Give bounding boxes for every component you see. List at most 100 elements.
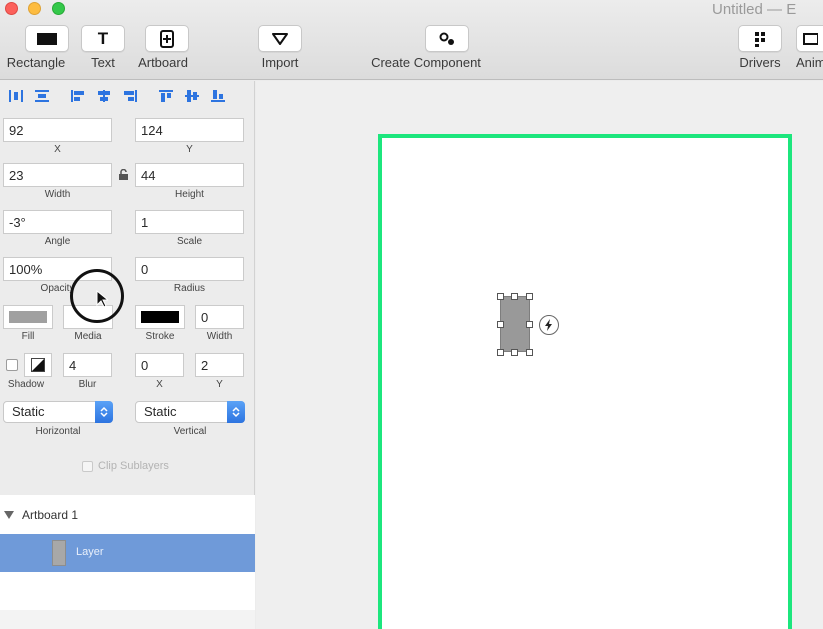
- create-component-label: Create Component: [371, 55, 481, 70]
- shadow-y-field[interactable]: 2: [195, 353, 244, 377]
- blur-label: Blur: [78, 379, 97, 390]
- height-label: Height: [175, 189, 204, 200]
- horizontal-label: Horizontal: [35, 426, 81, 437]
- artboard-icon: [160, 29, 174, 48]
- align-left-icon[interactable]: [68, 86, 88, 106]
- alignment-toolbar: [0, 81, 255, 111]
- resize-handle[interactable]: [497, 321, 504, 328]
- shadow-checkbox[interactable]: [6, 359, 18, 371]
- rectangle-button[interactable]: [25, 25, 69, 52]
- angle-field[interactable]: -3°: [3, 210, 112, 234]
- x-field[interactable]: 92: [3, 118, 112, 142]
- layer-item-selected[interactable]: Layer: [0, 534, 255, 572]
- align-top-icon[interactable]: [156, 86, 176, 106]
- fill-color: [9, 311, 47, 323]
- artboard[interactable]: [378, 134, 792, 629]
- create-component-button[interactable]: [425, 25, 469, 52]
- resize-handle[interactable]: [497, 349, 504, 356]
- layers-panel: Artboard 1 Layer: [0, 495, 255, 629]
- height-field[interactable]: 44: [135, 163, 244, 187]
- stroke-width-field[interactable]: 0: [195, 305, 244, 329]
- close-window-button[interactable]: [5, 2, 18, 15]
- rectangle-icon: [37, 32, 57, 45]
- tool-drivers[interactable]: Drivers: [738, 25, 782, 70]
- import-label: Import: [261, 55, 299, 70]
- resize-handle[interactable]: [511, 293, 518, 300]
- layers-footer: [0, 610, 255, 629]
- shadow-label: Shadow: [7, 379, 45, 390]
- tool-import[interactable]: Import: [258, 25, 302, 70]
- shadow-x-field[interactable]: 0: [135, 353, 184, 377]
- tool-artboard[interactable]: Artboard: [138, 25, 189, 70]
- animations-icon: [803, 32, 818, 45]
- align-right-icon[interactable]: [120, 86, 140, 106]
- resize-handle[interactable]: [526, 293, 533, 300]
- window-title: Untitled — E: [712, 1, 797, 18]
- clip-sublayers-checkbox[interactable]: [82, 460, 93, 472]
- shadow-y-label: Y: [216, 379, 223, 390]
- resize-handle[interactable]: [526, 349, 533, 356]
- component-icon: [439, 32, 454, 45]
- layer-selected-label: Layer: [76, 546, 104, 558]
- animations-button[interactable]: [796, 25, 823, 52]
- app-window: Untitled — E Rectangle T Text Artboard I…: [0, 0, 823, 629]
- scale-field[interactable]: 1: [135, 210, 244, 234]
- tool-animations[interactable]: Anim: [796, 25, 823, 70]
- media-label: Media: [74, 331, 102, 342]
- vertical-label: Vertical: [173, 426, 207, 437]
- width-label: Width: [44, 189, 71, 200]
- y-field[interactable]: 124: [135, 118, 244, 142]
- resize-handle[interactable]: [511, 349, 518, 356]
- layer-item-artboard[interactable]: Artboard 1: [0, 503, 255, 527]
- tool-rectangle[interactable]: Rectangle: [7, 25, 80, 70]
- radius-field[interactable]: 0: [135, 257, 244, 281]
- blur-field[interactable]: 4: [63, 353, 112, 377]
- x-label: X: [54, 144, 61, 155]
- artboard-label: Artboard: [138, 55, 188, 70]
- lock-ratio-icon[interactable]: [118, 169, 129, 181]
- zoom-window-button[interactable]: [52, 2, 65, 15]
- shadow-color-icon: [31, 358, 45, 372]
- layer-thumbnail: [52, 540, 66, 566]
- text-button[interactable]: T: [81, 25, 125, 52]
- canvas[interactable]: [256, 81, 823, 629]
- tool-create-component[interactable]: Create Component: [371, 25, 490, 70]
- fill-swatch[interactable]: [3, 305, 53, 329]
- width-field[interactable]: 23: [3, 163, 112, 187]
- disclosure-triangle-icon[interactable]: [4, 511, 14, 519]
- clip-sublayers-option[interactable]: Clip Sublayers: [82, 460, 169, 472]
- horizontal-select-value: Static: [12, 404, 45, 419]
- minimize-window-button[interactable]: [28, 2, 41, 15]
- distribute-vertical-icon[interactable]: [32, 86, 52, 106]
- rectangle-label: Rectangle: [6, 55, 66, 70]
- artboard-button[interactable]: [145, 25, 189, 52]
- drivers-button[interactable]: [738, 25, 782, 52]
- inspector-panel: 92 X 124 Y 23 Width 44 Height -3° Angle …: [0, 81, 255, 629]
- stroke-swatch[interactable]: [135, 305, 185, 329]
- shadow-color-swatch[interactable]: [24, 353, 52, 377]
- stroke-color: [141, 311, 179, 323]
- mouse-pointer-icon: [96, 290, 108, 308]
- resize-handle[interactable]: [526, 321, 533, 328]
- scale-label: Scale: [176, 236, 202, 247]
- tool-text[interactable]: T Text: [81, 25, 125, 70]
- horizontal-select[interactable]: Static: [3, 401, 113, 423]
- toolbar: Untitled — E Rectangle T Text Artboard I…: [0, 0, 823, 80]
- clip-sublayers-label: Clip Sublayers: [98, 460, 169, 472]
- chevron-updown-icon: [227, 401, 245, 423]
- lightning-icon[interactable]: [539, 315, 559, 335]
- resize-handle[interactable]: [497, 293, 504, 300]
- text-icon: T: [97, 28, 109, 48]
- text-label: Text: [91, 55, 115, 70]
- radius-label: Radius: [173, 283, 206, 294]
- align-bottom-icon[interactable]: [208, 86, 228, 106]
- chevron-updown-icon: [95, 401, 113, 423]
- align-center-horizontal-icon[interactable]: [94, 86, 114, 106]
- animations-label: Anim: [796, 55, 823, 70]
- vertical-select-value: Static: [144, 404, 177, 419]
- distribute-horizontal-icon[interactable]: [6, 86, 26, 106]
- drivers-label: Drivers: [739, 55, 781, 70]
- import-button[interactable]: [258, 25, 302, 52]
- vertical-select[interactable]: Static: [135, 401, 245, 423]
- align-middle-icon[interactable]: [182, 86, 202, 106]
